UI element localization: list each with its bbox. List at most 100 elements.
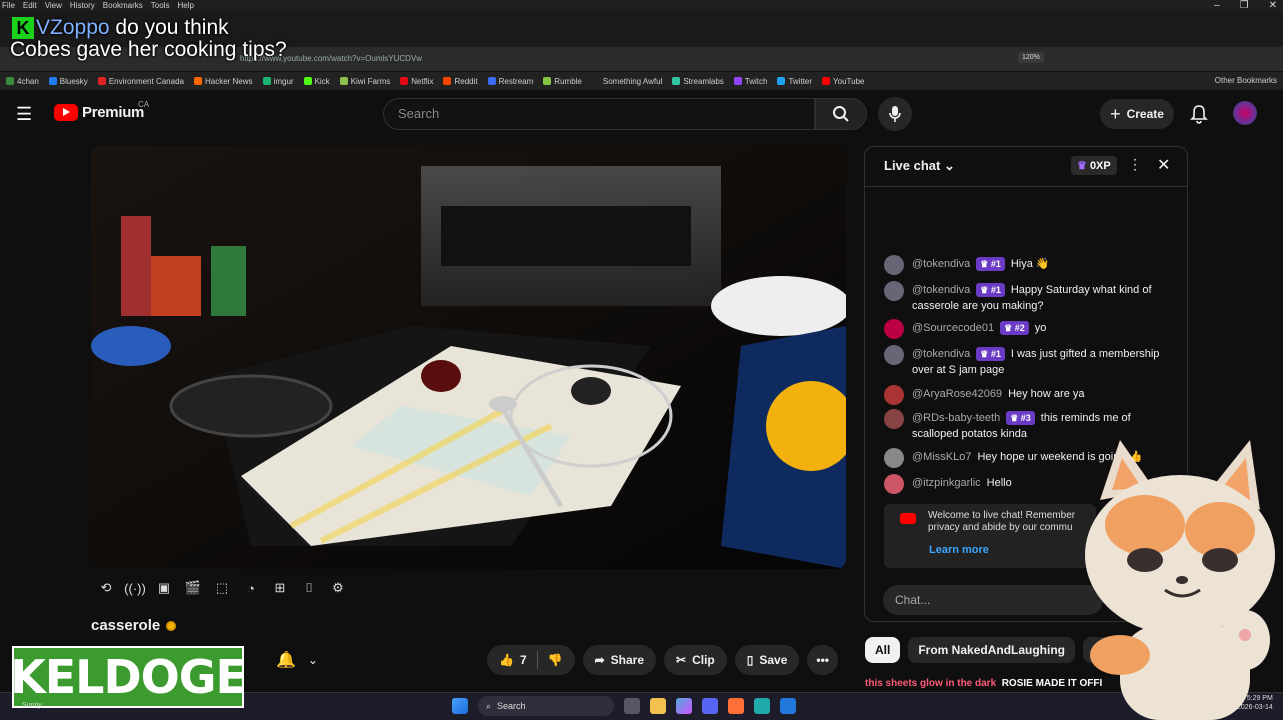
xp-badge[interactable]: ♛ 0XP — [1071, 156, 1117, 175]
copilot-icon[interactable] — [676, 698, 692, 714]
bookmark-item[interactable]: YouTube — [822, 77, 864, 86]
like-button[interactable]: 👍 7 👎 — [487, 645, 575, 675]
share-button[interactable]: ➦ Share — [582, 645, 657, 675]
maximize-icon[interactable]: ❐ — [1240, 0, 1249, 11]
bookmark-item[interactable]: 4chan — [6, 77, 39, 86]
discord-icon[interactable] — [702, 698, 718, 714]
menu-item[interactable]: View — [45, 1, 62, 10]
loop-icon[interactable]: ⟲ — [96, 578, 116, 598]
minimize-icon[interactable]: – — [1214, 0, 1220, 11]
clapper-icon[interactable]: 🎬 — [183, 578, 203, 598]
learn-more-link[interactable]: Learn more — [929, 544, 989, 556]
task-view-icon[interactable] — [624, 698, 640, 714]
windows-start-icon[interactable] — [452, 698, 468, 714]
bookmark-label: Twitter — [788, 76, 813, 86]
chat-username[interactable]: @Sourcecode01 — [912, 322, 994, 334]
bookmark-item[interactable]: Reddit — [443, 77, 478, 86]
other-bookmarks[interactable]: Other Bookmarks — [1215, 76, 1277, 85]
bookmark-item[interactable]: Netflix — [400, 77, 433, 86]
menu-icon[interactable]: ☰ — [16, 104, 32, 125]
menu-item[interactable]: History — [70, 1, 95, 10]
gear-icon[interactable]: ⚙ — [328, 578, 348, 598]
menu-item[interactable]: Tools — [151, 1, 170, 10]
chat-username[interactable]: @RDs-baby-teeth — [912, 412, 1000, 424]
close-window-icon[interactable]: ✕ — [1269, 0, 1277, 11]
create-button[interactable]: + Create — [1100, 99, 1174, 129]
chat-username[interactable]: @tokendiva — [912, 284, 970, 296]
picture-in-picture-icon[interactable]: ▣ — [154, 578, 174, 598]
chat-avatar[interactable] — [884, 409, 904, 429]
thumbs-down-icon[interactable]: 👎 — [548, 653, 563, 667]
chip-all[interactable]: All — [865, 637, 901, 663]
menu-item[interactable]: Bookmarks — [103, 1, 143, 10]
crown-icon: ♛ — [1077, 160, 1087, 172]
bookmark-item[interactable]: Rumble — [543, 77, 582, 86]
bookmark-label: Netflix — [411, 76, 434, 86]
bookmark-item[interactable]: Environment Canada — [97, 77, 184, 86]
bookmark-favicon-icon — [400, 77, 409, 85]
clip-button[interactable]: ✂ Clip — [664, 645, 727, 675]
weather-widget[interactable]: Sunny — [22, 702, 42, 709]
chat-avatar[interactable] — [884, 319, 904, 339]
chat-avatar[interactable] — [884, 385, 904, 405]
chat-username[interactable]: @AryaRose42069 — [912, 388, 1002, 400]
bookmark-item[interactable]: Twitter — [777, 77, 812, 86]
account-avatar[interactable] — [1233, 101, 1257, 125]
bookmark-item[interactable]: Restream — [487, 77, 533, 86]
chat-username[interactable]: @tokendiva — [912, 258, 970, 270]
search-icon — [833, 106, 849, 122]
bookmark-item[interactable]: Twitch — [733, 77, 767, 86]
chat-avatar[interactable] — [884, 474, 904, 494]
url-bar[interactable]: https://www.youtube.com/watch?v=OumlsYUC… — [240, 52, 1060, 66]
search-button[interactable] — [815, 98, 867, 130]
crop-icon[interactable]: ⬚ — [212, 578, 232, 598]
close-icon[interactable]: ✕ — [1157, 155, 1170, 175]
chat-avatar[interactable] — [884, 281, 904, 301]
chat-username[interactable]: @tokendiva — [912, 348, 970, 360]
save-button[interactable]: ▯ Save — [734, 645, 800, 675]
notifications-button[interactable] — [1190, 104, 1208, 129]
bookmark-favicon-icon — [193, 77, 202, 85]
voice-search-button[interactable] — [878, 97, 912, 131]
more-actions-button[interactable]: ••• — [807, 645, 838, 675]
chat-avatar[interactable] — [884, 255, 904, 275]
search-input[interactable]: Search — [383, 98, 815, 130]
bookmark-label: imgur — [273, 76, 294, 86]
bookmark-item[interactable]: Kick — [303, 77, 330, 86]
menu-item[interactable]: File — [2, 1, 15, 10]
chat-text: Hey how are ya — [1008, 388, 1085, 400]
live-chat-title[interactable]: Live chat ⌄ — [884, 158, 955, 174]
chat-username[interactable]: @itzpinkgarlic — [912, 477, 981, 489]
subscribed-bell-icon[interactable]: 🔔 — [276, 650, 296, 670]
app-icon[interactable] — [754, 698, 770, 714]
like-count: 7 — [519, 653, 527, 667]
add-frame-icon[interactable]: ⊞ — [270, 578, 290, 598]
menu-item[interactable]: Edit — [23, 1, 37, 10]
chat-avatar[interactable] — [884, 448, 904, 468]
subscription-controls[interactable]: 🔔 ⌄ — [276, 650, 318, 670]
chat-username[interactable]: @MissKLo7 — [912, 451, 971, 463]
bookmark-item[interactable]: Streamlabs — [672, 77, 724, 86]
menu-item[interactable]: Help — [177, 1, 193, 10]
video-player[interactable] — [91, 146, 846, 569]
zoom-level[interactable]: 120% — [1018, 52, 1044, 63]
app-icon-2[interactable] — [780, 698, 796, 714]
chevron-down-icon[interactable]: ⌄ — [308, 653, 318, 667]
bookmark-item[interactable]: Something Awful — [591, 77, 662, 86]
camera-icon[interactable]: ⌷ — [299, 578, 319, 598]
taskbar-search[interactable]: ⌕ Search — [478, 696, 614, 716]
bookmark-item[interactable]: Kiwi Farms — [339, 77, 390, 86]
chip-channel[interactable]: From NakedAndLaughing — [908, 637, 1076, 663]
video-title-text: casserole — [91, 617, 161, 634]
youtube-logo[interactable]: Premium — [54, 104, 144, 121]
speed-icon[interactable]: ◔ — [241, 578, 261, 598]
bookmark-favicon-icon — [303, 77, 312, 85]
file-explorer-icon[interactable] — [650, 698, 666, 714]
broadcast-icon[interactable]: ((·)) — [124, 578, 146, 598]
chat-avatar[interactable] — [884, 345, 904, 365]
bookmark-item[interactable]: imgur — [262, 76, 294, 86]
chat-options-icon[interactable]: ⋮ — [1128, 156, 1142, 173]
bookmark-item[interactable]: Hacker News — [193, 77, 253, 86]
firefox-icon[interactable] — [728, 698, 744, 714]
bookmark-item[interactable]: Bluesky — [48, 77, 88, 86]
